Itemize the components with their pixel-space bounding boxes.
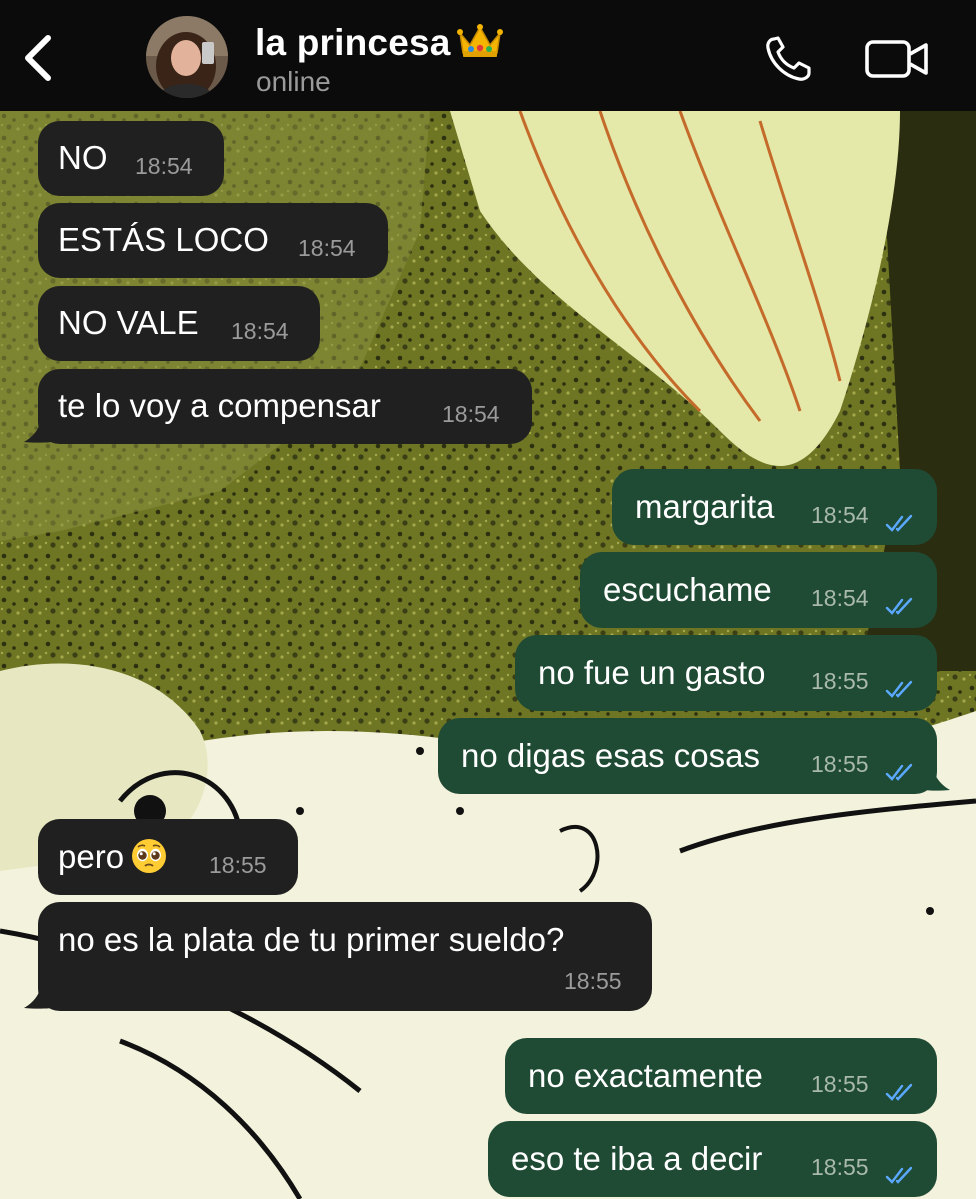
- message-time: 18:54: [298, 235, 356, 261]
- message-time: 18:54: [231, 318, 289, 344]
- message-incoming[interactable]: pero 18:55: [38, 819, 298, 895]
- pleading-face-emoji-icon: [132, 839, 167, 874]
- double-check-icon: [885, 1166, 913, 1184]
- video-camera-icon[interactable]: [864, 38, 930, 80]
- message-text: NO VALE: [58, 304, 199, 341]
- double-check-icon: [885, 1083, 913, 1101]
- message-time: 18:55: [209, 852, 267, 878]
- double-check-icon: [885, 763, 913, 781]
- message-time: 18:55: [811, 751, 869, 777]
- crown-emoji-icon: [456, 24, 503, 58]
- message-text: escuchame: [603, 571, 772, 608]
- message-text: no digas esas cosas: [461, 737, 761, 774]
- message-outgoing[interactable]: no digas esas cosas 18:55: [438, 718, 937, 794]
- message-text: pero: [58, 838, 125, 875]
- message-text: no es la plata de tu primer sueldo?: [58, 921, 565, 958]
- chat-header: la princesa online: [0, 0, 976, 111]
- double-check-icon: [885, 597, 913, 615]
- message-text: ESTÁS LOCO: [58, 221, 269, 258]
- message-time: 18:54: [811, 585, 869, 611]
- contact-status: online: [256, 66, 331, 97]
- message-outgoing[interactable]: no fue un gasto 18:55: [515, 635, 937, 711]
- message-time: 18:55: [811, 668, 869, 694]
- message-list[interactable]: NO 18:54 ESTÁS LOCO 18:54 NO VALE 18:54 …: [0, 111, 976, 1199]
- message-text: no fue un gasto: [538, 654, 766, 691]
- message-time: 18:55: [811, 1071, 869, 1097]
- message-incoming[interactable]: NO 18:54: [38, 121, 224, 196]
- message-incoming[interactable]: ESTÁS LOCO 18:54: [38, 203, 388, 278]
- message-outgoing[interactable]: escuchame 18:54: [580, 552, 937, 628]
- message-outgoing[interactable]: eso te iba a decir 18:55: [488, 1121, 937, 1197]
- message-incoming[interactable]: te lo voy a compensar 18:54: [38, 369, 532, 444]
- message-text: margarita: [635, 488, 775, 525]
- message-text: eso te iba a decir: [511, 1140, 763, 1177]
- message-time: 18:55: [811, 1154, 869, 1180]
- message-outgoing[interactable]: margarita 18:54: [612, 469, 937, 545]
- message-text: te lo voy a compensar: [58, 387, 381, 424]
- back-chevron-icon[interactable]: [18, 28, 62, 88]
- double-check-icon: [885, 514, 913, 532]
- message-outgoing[interactable]: no exactamente 18:55: [505, 1038, 937, 1114]
- double-check-icon: [885, 680, 913, 698]
- message-incoming[interactable]: no es la plata de tu primer sueldo? 18:5…: [38, 902, 652, 1011]
- phone-icon[interactable]: [764, 35, 816, 83]
- message-incoming[interactable]: NO VALE 18:54: [38, 286, 320, 361]
- contact-avatar[interactable]: [146, 16, 228, 98]
- contact-name[interactable]: la princesa: [255, 22, 503, 64]
- message-time: 18:54: [135, 153, 193, 179]
- message-text: NO: [58, 139, 108, 176]
- contact-name-text: la princesa: [255, 22, 451, 63]
- message-time: 18:54: [811, 502, 869, 528]
- message-text: no exactamente: [528, 1057, 763, 1094]
- message-time: 18:54: [442, 401, 500, 427]
- message-time: 18:55: [564, 968, 622, 994]
